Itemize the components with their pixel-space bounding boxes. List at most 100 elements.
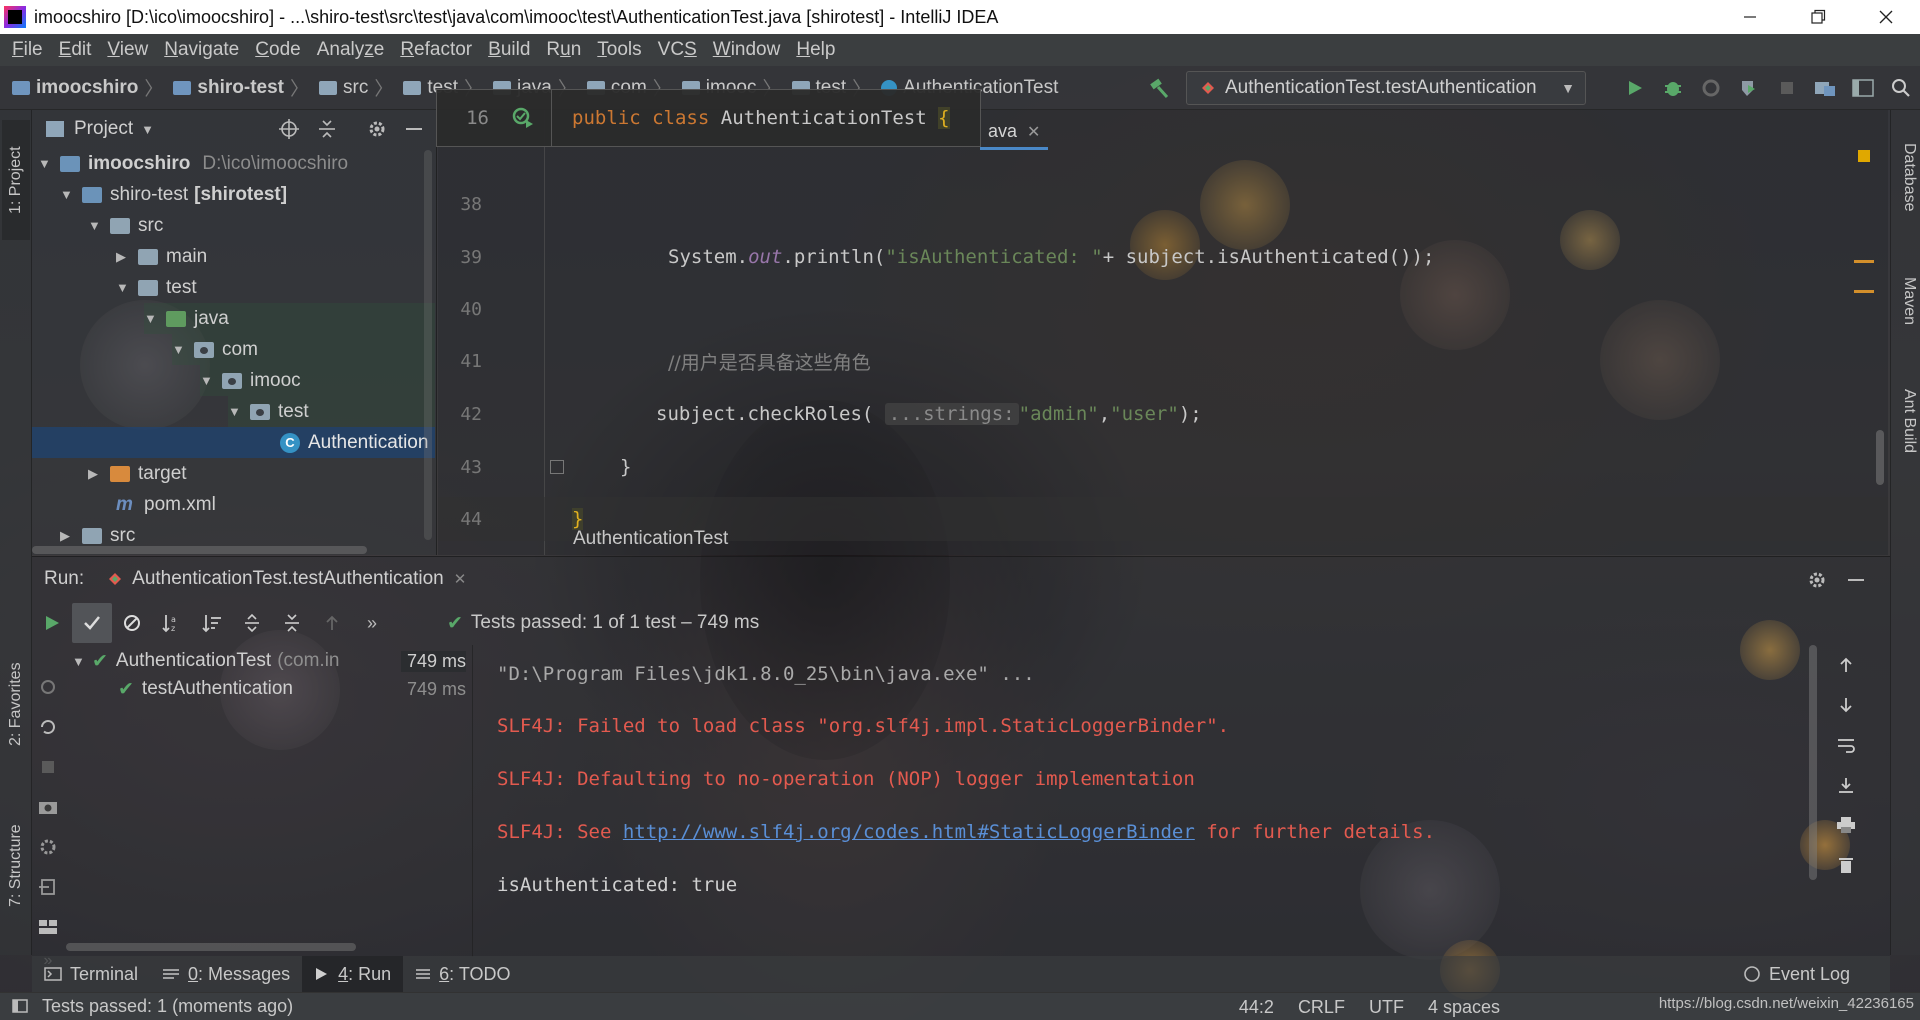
breadcrumb-item[interactable]: imoocshiro 〉 bbox=[12, 74, 169, 101]
tab-terminal[interactable]: Terminal bbox=[32, 956, 150, 992]
run-configuration-select[interactable]: AuthenticationTest.testAuthentication ▼ bbox=[1186, 71, 1586, 105]
menu-item[interactable]: Window bbox=[705, 39, 789, 61]
indent-setting[interactable]: 4 spaces bbox=[1428, 997, 1500, 1018]
tree-node-imooc[interactable]: ▼ imooc bbox=[200, 365, 435, 396]
settings-button[interactable] bbox=[32, 827, 64, 867]
menu-item[interactable]: File bbox=[4, 39, 51, 61]
more-actions-button[interactable]: » bbox=[352, 603, 392, 643]
close-button[interactable] bbox=[1852, 0, 1920, 34]
menu-item[interactable]: Run bbox=[538, 39, 589, 61]
menu-item[interactable]: Help bbox=[788, 39, 843, 61]
menu-item[interactable]: Refactor bbox=[392, 39, 480, 61]
gear-icon[interactable] bbox=[1806, 569, 1828, 591]
tab-maven[interactable]: Maven bbox=[1892, 256, 1918, 346]
close-tab-icon[interactable]: ✕ bbox=[1027, 122, 1040, 142]
collapse-all-button[interactable] bbox=[272, 603, 312, 643]
tab-ant-build[interactable]: Ant Build bbox=[1892, 366, 1918, 476]
exit-button[interactable] bbox=[32, 867, 64, 907]
tab-project[interactable]: 1: Project bbox=[2, 120, 30, 240]
rerun-failed-button[interactable] bbox=[32, 667, 64, 707]
tree-node-src[interactable]: ▼ src bbox=[88, 210, 163, 241]
show-ignored-toggle[interactable] bbox=[112, 603, 152, 643]
breadcrumb-item[interactable]: shiro-test 〉 bbox=[173, 74, 315, 101]
sort-by-duration-button[interactable] bbox=[192, 603, 232, 643]
search-everywhere-button[interactable] bbox=[1882, 66, 1920, 110]
gear-icon[interactable] bbox=[366, 118, 388, 140]
horizontal-scrollbar[interactable] bbox=[66, 943, 356, 951]
tree-node-java[interactable]: ▼ java bbox=[144, 303, 435, 334]
editor-tab-authenticationtest[interactable]: ava ✕ bbox=[980, 116, 1049, 150]
console-link[interactable]: http://www.slf4j.org/codes.html#StaticLo… bbox=[623, 821, 1195, 843]
breadcrumb-item[interactable]: src 〉 bbox=[319, 74, 399, 101]
file-encoding[interactable]: UTF bbox=[1369, 997, 1404, 1018]
stop-test-button[interactable] bbox=[32, 747, 64, 787]
export-results-button[interactable] bbox=[32, 787, 64, 827]
tree-node-shiro-test[interactable]: ▼ shiro-test [shirotest] bbox=[60, 179, 287, 210]
tab-messages[interactable]: 0: Messages bbox=[150, 956, 302, 992]
run-test-gutter-icon[interactable] bbox=[511, 106, 535, 130]
tab-structure[interactable]: 7: Structure bbox=[2, 810, 30, 922]
tree-node-pom[interactable]: m pom.xml bbox=[116, 489, 216, 520]
run-with-coverage-button[interactable] bbox=[1692, 66, 1730, 110]
menu-item[interactable]: View bbox=[99, 39, 156, 61]
tree-node-com[interactable]: ▼ com bbox=[172, 334, 435, 365]
toggle-auto-test-button[interactable] bbox=[32, 707, 64, 747]
console-output[interactable]: "D:\Program Files\jdk1.8.0_25\bin\java.e… bbox=[472, 645, 1867, 957]
run-button[interactable] bbox=[1616, 66, 1654, 110]
tree-node-imoocshiro[interactable]: ▼ imoocshiro D:\ico\imoocshiro bbox=[38, 148, 348, 179]
build-project-button[interactable] bbox=[1140, 66, 1178, 110]
chevron-down-icon[interactable]: ▼ bbox=[141, 122, 154, 137]
layout-button[interactable] bbox=[32, 907, 64, 947]
soft-wrap-button[interactable] bbox=[1825, 725, 1867, 765]
line-separator[interactable]: CRLF bbox=[1298, 997, 1345, 1018]
tree-node-test-package[interactable]: ▼ test bbox=[228, 396, 435, 427]
minimize-button[interactable] bbox=[1716, 0, 1784, 34]
profile-button[interactable] bbox=[1730, 66, 1768, 110]
collapse-all-icon[interactable] bbox=[316, 118, 338, 140]
tab-run[interactable]: 4: Run bbox=[302, 956, 404, 992]
tab-favorites[interactable]: 2: Favorites bbox=[2, 650, 30, 758]
console-scrollbar[interactable] bbox=[1809, 645, 1817, 880]
sort-alphabetically-button[interactable]: az bbox=[152, 603, 192, 643]
debug-button[interactable] bbox=[1654, 66, 1692, 110]
vertical-scrollbar[interactable] bbox=[424, 150, 432, 540]
clear-all-button[interactable] bbox=[1825, 845, 1867, 885]
tree-node-main[interactable]: ▶ main bbox=[116, 241, 207, 272]
hide-panel-icon[interactable] bbox=[404, 118, 424, 140]
toggle-panels-button[interactable] bbox=[1844, 66, 1882, 110]
tab-database[interactable]: Database bbox=[1892, 122, 1918, 232]
tree-node-authenticationtest[interactable]: C Authentication bbox=[32, 427, 435, 458]
test-case-row[interactable]: ✔ testAuthentication 749 ms bbox=[64, 675, 472, 703]
print-button[interactable] bbox=[1825, 805, 1867, 845]
locate-icon[interactable] bbox=[278, 118, 300, 140]
menu-item[interactable]: VCS bbox=[650, 39, 705, 61]
tab-todo[interactable]: 6: TODO bbox=[403, 956, 522, 992]
show-passed-toggle[interactable] bbox=[72, 603, 112, 643]
project-structure-button[interactable] bbox=[1806, 66, 1844, 110]
close-tab-icon[interactable]: ✕ bbox=[454, 570, 467, 588]
test-suite-row[interactable]: ▼ ✔ AuthenticationTest (com.in 749 ms bbox=[64, 647, 472, 675]
tree-node-target[interactable]: ▶ target bbox=[88, 458, 187, 489]
tree-node-test[interactable]: ▼ test bbox=[116, 272, 197, 303]
menu-item[interactable]: Analyze bbox=[309, 39, 393, 61]
scroll-up-button[interactable] bbox=[1825, 645, 1867, 685]
stop-button[interactable] bbox=[1768, 66, 1806, 110]
expand-all-button[interactable] bbox=[232, 603, 272, 643]
editor-breadcrumb[interactable]: AuthenticationTest bbox=[573, 528, 728, 550]
caret-position[interactable]: 44:2 bbox=[1239, 997, 1274, 1018]
restore-button[interactable] bbox=[1784, 0, 1852, 34]
horizontal-scrollbar[interactable] bbox=[32, 546, 367, 554]
previous-failed-button[interactable] bbox=[312, 603, 352, 643]
menu-item[interactable]: Navigate bbox=[156, 39, 247, 61]
code-editor[interactable]: ava ✕ 38 39 System.out.println("isAuthen… bbox=[438, 110, 1888, 555]
menu-item[interactable]: Code bbox=[247, 39, 308, 61]
hide-panel-icon[interactable] bbox=[1846, 569, 1866, 591]
run-tab[interactable]: AuthenticationTest.testAuthentication ✕ bbox=[108, 568, 466, 590]
rerun-button[interactable] bbox=[32, 603, 72, 643]
menu-item[interactable]: Edit bbox=[51, 39, 100, 61]
status-message[interactable]: Tests passed: 1 (moments ago) bbox=[42, 996, 293, 1017]
inspection-warning-icon[interactable] bbox=[1858, 150, 1870, 162]
project-panel-title[interactable]: Project bbox=[74, 118, 133, 140]
menu-item[interactable]: Build bbox=[480, 39, 538, 61]
fold-marker-icon[interactable] bbox=[550, 460, 564, 474]
